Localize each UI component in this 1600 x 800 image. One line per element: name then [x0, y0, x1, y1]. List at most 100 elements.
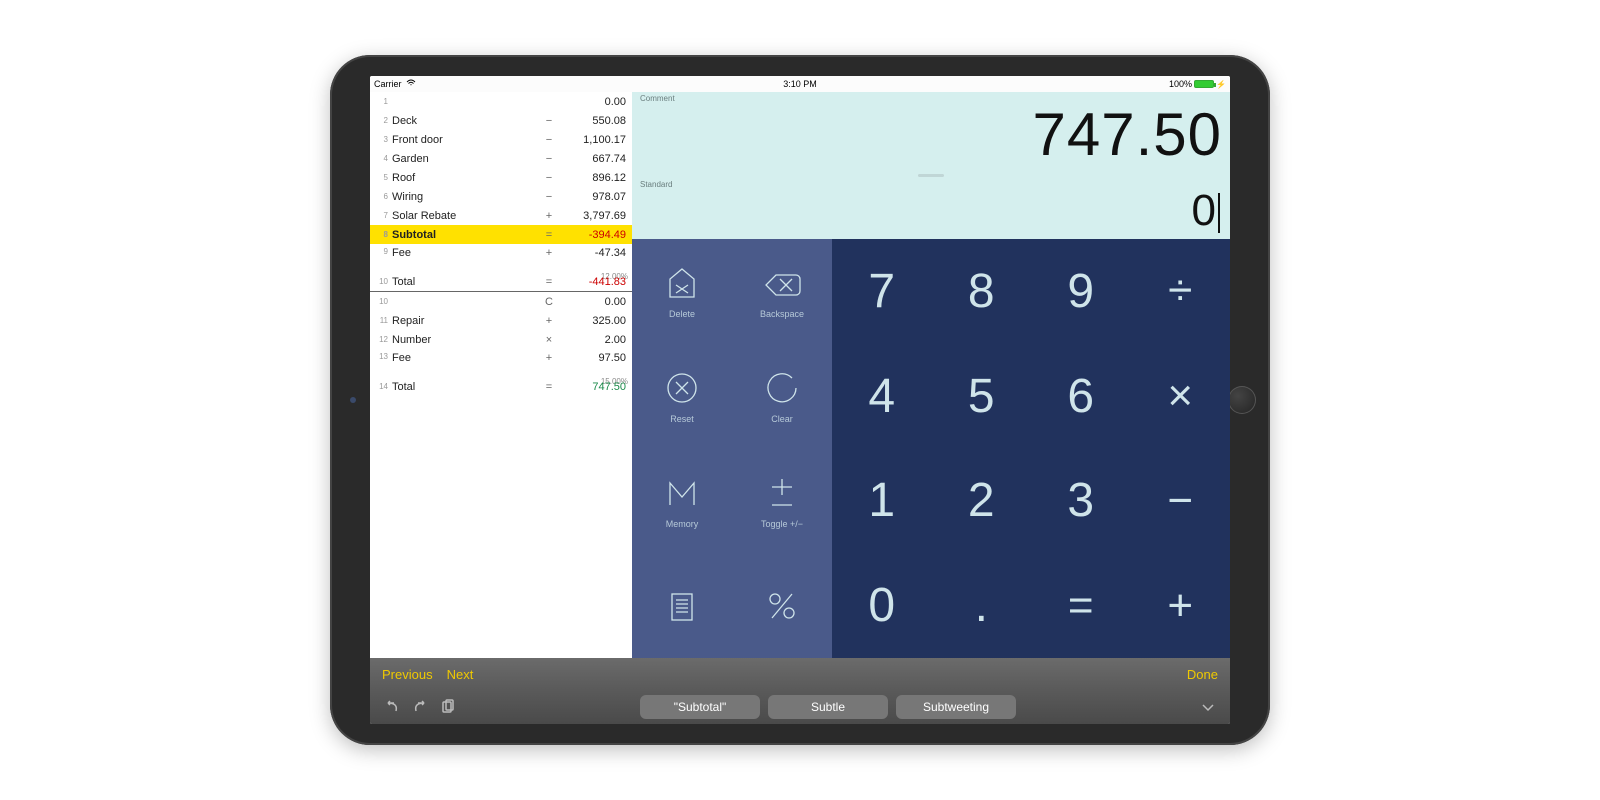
row-operator: × — [540, 334, 558, 346]
row-operator: C — [540, 296, 558, 308]
display-secondary[interactable]: 0 — [640, 189, 1222, 239]
digit-4-key[interactable]: 4 — [832, 344, 932, 449]
row-value: -47.34 — [558, 247, 628, 259]
home-button[interactable] — [1228, 386, 1256, 414]
digit-1-key[interactable]: 1 — [832, 449, 932, 554]
digit-8-key[interactable]: 8 — [932, 239, 1032, 344]
ledger-row[interactable]: 12Number×2.00 — [370, 330, 632, 349]
toggle-sign-key[interactable]: Toggle +/− — [732, 449, 832, 554]
row-label: Roof — [392, 172, 540, 184]
chevron-down-icon[interactable] — [1198, 697, 1218, 717]
row-operator: − — [540, 134, 558, 146]
row-value: 0.00 — [558, 96, 628, 108]
row-index: 5 — [376, 173, 388, 182]
divide-key[interactable]: ÷ — [1131, 239, 1231, 344]
digit-6-key[interactable]: 6 — [1031, 344, 1131, 449]
done-button[interactable]: Done — [1187, 667, 1218, 682]
next-button[interactable]: Next — [447, 667, 474, 682]
clock: 3:10 PM — [783, 79, 817, 89]
row-operator: − — [540, 172, 558, 184]
clear-key[interactable]: Clear — [732, 344, 832, 449]
equals-key[interactable]: = — [1031, 553, 1131, 658]
digit-5-key[interactable]: 5 — [932, 344, 1032, 449]
row-index: 4 — [376, 154, 388, 163]
ledger-row[interactable]: 7Solar Rebate+3,797.69 — [370, 206, 632, 225]
row-value: 667.74 — [558, 153, 628, 165]
row-index: 14 — [376, 382, 388, 391]
row-operator: + — [540, 247, 558, 259]
ledger-row[interactable]: 10Total=-441.83 — [370, 272, 632, 291]
redo-icon[interactable] — [410, 697, 430, 717]
previous-button[interactable]: Previous — [382, 667, 433, 682]
row-value: 896.12 — [558, 172, 628, 184]
row-operator: + — [540, 210, 558, 222]
digit-7-key[interactable]: 7 — [832, 239, 932, 344]
function-pad: DeleteBackspace Reset ClearMemoryToggle +/… — [632, 239, 832, 658]
undo-icon[interactable] — [382, 697, 402, 717]
ledger-row[interactable]: 4Garden−667.74 — [370, 149, 632, 168]
row-value: 0.00 — [558, 296, 628, 308]
row-value: 1,100.17 — [558, 134, 628, 146]
ledger-row[interactable]: 5 Roof−896.12 — [370, 168, 632, 187]
row-label: Total — [392, 276, 540, 288]
row-index: 2 — [376, 116, 388, 125]
row-label: Fee — [392, 247, 540, 259]
ledger-row[interactable]: 13Fee+97.5015.00% — [370, 349, 632, 377]
clipboard-icon[interactable] — [438, 697, 458, 717]
backspace-key[interactable]: Backspace — [732, 239, 832, 344]
memory-key[interactable]: Memory — [632, 449, 732, 554]
row-operator: − — [540, 153, 558, 165]
list-key[interactable] — [632, 553, 732, 658]
row-label: Subtotal — [392, 229, 540, 241]
row-value: 550.08 — [558, 115, 628, 127]
ledger-row[interactable]: 10.00 — [370, 92, 632, 111]
row-index: 9 — [376, 247, 388, 256]
percent-key[interactable] — [732, 553, 832, 658]
carrier-label: Carrier — [374, 79, 402, 89]
minus-key[interactable]: − — [1131, 449, 1231, 554]
decimal-key[interactable]: . — [932, 553, 1032, 658]
status-bar: Carrier 3:10 PM 100% ⚡ — [370, 76, 1230, 92]
row-value: 97.50 — [558, 352, 628, 364]
row-operator: + — [540, 315, 558, 327]
row-operator: − — [540, 191, 558, 203]
key-label: Reset — [670, 414, 694, 424]
digit-3-key[interactable]: 3 — [1031, 449, 1131, 554]
ledger-row[interactable]: 8Subtotal=-394.49 — [370, 225, 632, 244]
ledger-row[interactable]: 14Total=747.50 — [370, 377, 632, 396]
ledger-row[interactable]: 9Fee+-47.3412.00% — [370, 244, 632, 272]
delete-key[interactable]: Delete — [632, 239, 732, 344]
suggestion-button[interactable]: Subtweeting — [896, 695, 1016, 719]
keyboard-nav-toolbar: Previous Next Done — [370, 658, 1230, 690]
row-operator: = — [540, 229, 558, 241]
row-value: 978.07 — [558, 191, 628, 203]
row-label: Fee — [392, 352, 540, 364]
suggestion-button[interactable]: "Subtotal" — [640, 695, 760, 719]
row-value: -394.49 — [558, 229, 628, 241]
screen: Carrier 3:10 PM 100% ⚡ 10.002Deck−550.08… — [370, 76, 1230, 724]
digit-9-key[interactable]: 9 — [1031, 239, 1131, 344]
suggestion-button[interactable]: Subtle — [768, 695, 888, 719]
ledger-row[interactable]: 11Repair+325.00 — [370, 311, 632, 330]
digit-2-key[interactable]: 2 — [932, 449, 1032, 554]
display-main: 747.50 — [640, 103, 1222, 170]
reset-key[interactable]: Reset — [632, 344, 732, 449]
ledger-row[interactable]: 3Front door−1,100.17 — [370, 130, 632, 149]
row-label: Repair — [392, 315, 540, 327]
ledger-row[interactable]: 6Wiring−978.07 — [370, 187, 632, 206]
drag-handle-icon[interactable] — [640, 170, 1222, 180]
standard-label: Standard — [640, 180, 1222, 189]
row-operator: = — [540, 381, 558, 393]
row-index: 6 — [376, 192, 388, 201]
row-index: 13 — [376, 352, 388, 361]
row-operator: = — [540, 276, 558, 288]
number-pad: 789÷ 456× 123− 0.=+ — [832, 239, 1230, 658]
plus-key[interactable]: + — [1131, 553, 1231, 658]
multiply-key[interactable]: × — [1131, 344, 1231, 449]
digit-0-key[interactable]: 0 — [832, 553, 932, 658]
row-value: 3,797.69 — [558, 210, 628, 222]
ledger-row[interactable]: 10C0.00 — [370, 292, 632, 311]
row-value: -441.83 — [558, 276, 628, 288]
ipad-frame: Carrier 3:10 PM 100% ⚡ 10.002Deck−550.08… — [330, 55, 1270, 745]
ledger-row[interactable]: 2Deck−550.08 — [370, 111, 632, 130]
